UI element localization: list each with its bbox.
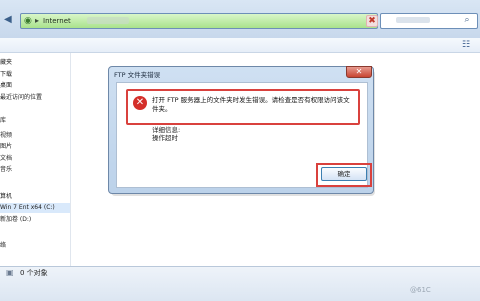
back-forward-icon[interactable]: ◀ — [4, 14, 20, 26]
nav-item-recent-places[interactable]: 最近访问的位置 — [0, 93, 70, 103]
ok-button[interactable]: 确定 — [321, 167, 367, 181]
address-text: Internet — [43, 17, 71, 25]
view-options-icon[interactable]: ☷ — [460, 39, 472, 51]
status-text: 0 个对象 — [20, 269, 48, 277]
toolbar — [0, 38, 480, 53]
dialog-title: FTP 文件夹错误 — [114, 71, 161, 79]
nav-item-favorites[interactable]: 藏夹 — [0, 58, 70, 68]
detail-text: 操作超时 — [152, 134, 178, 142]
error-message: 打开 FTP 服务器上的文件夹时发生错误。请检查是否有权限访问该文件夹。 — [152, 96, 350, 113]
nav-item-network[interactable]: 络 — [0, 241, 70, 251]
nav-item-computer[interactable]: 算机 — [0, 192, 70, 202]
detail-label: 详细信息: — [152, 126, 181, 134]
nav-item-documents[interactable]: 文档 — [0, 154, 70, 164]
search-icon[interactable]: ⌕ — [461, 14, 473, 26]
watermark: @61C — [410, 286, 431, 294]
nav-item-pictures[interactable]: 图片 — [0, 142, 70, 152]
address-blurred-segment — [87, 17, 129, 24]
nav-item-drive-d[interactable]: 新加卷 (D:) — [0, 215, 70, 225]
address-error-icon[interactable]: ✖ — [366, 15, 378, 27]
status-bar — [0, 266, 480, 301]
internet-icon: ◉ — [24, 16, 32, 26]
nav-item-desktop[interactable]: 桌面 — [0, 81, 70, 91]
nav-item-music[interactable]: 音乐 — [0, 165, 70, 175]
close-icon[interactable]: ✕ — [346, 66, 372, 78]
nav-item-drive-c[interactable]: Win 7 Ent x64 (C:) — [0, 203, 70, 213]
search-blurred-text — [396, 17, 430, 23]
address-separator: ▸ — [35, 16, 40, 25]
nav-item-videos[interactable]: 视频 — [0, 131, 70, 141]
address-bar[interactable]: ◉ ▸ Internet — [20, 13, 378, 29]
error-icon: ✕ — [133, 96, 147, 110]
nav-item-downloads[interactable]: 下载 — [0, 70, 70, 80]
folder-icon: ▣ — [6, 268, 14, 277]
nav-item-libraries[interactable]: 库 — [0, 116, 70, 126]
